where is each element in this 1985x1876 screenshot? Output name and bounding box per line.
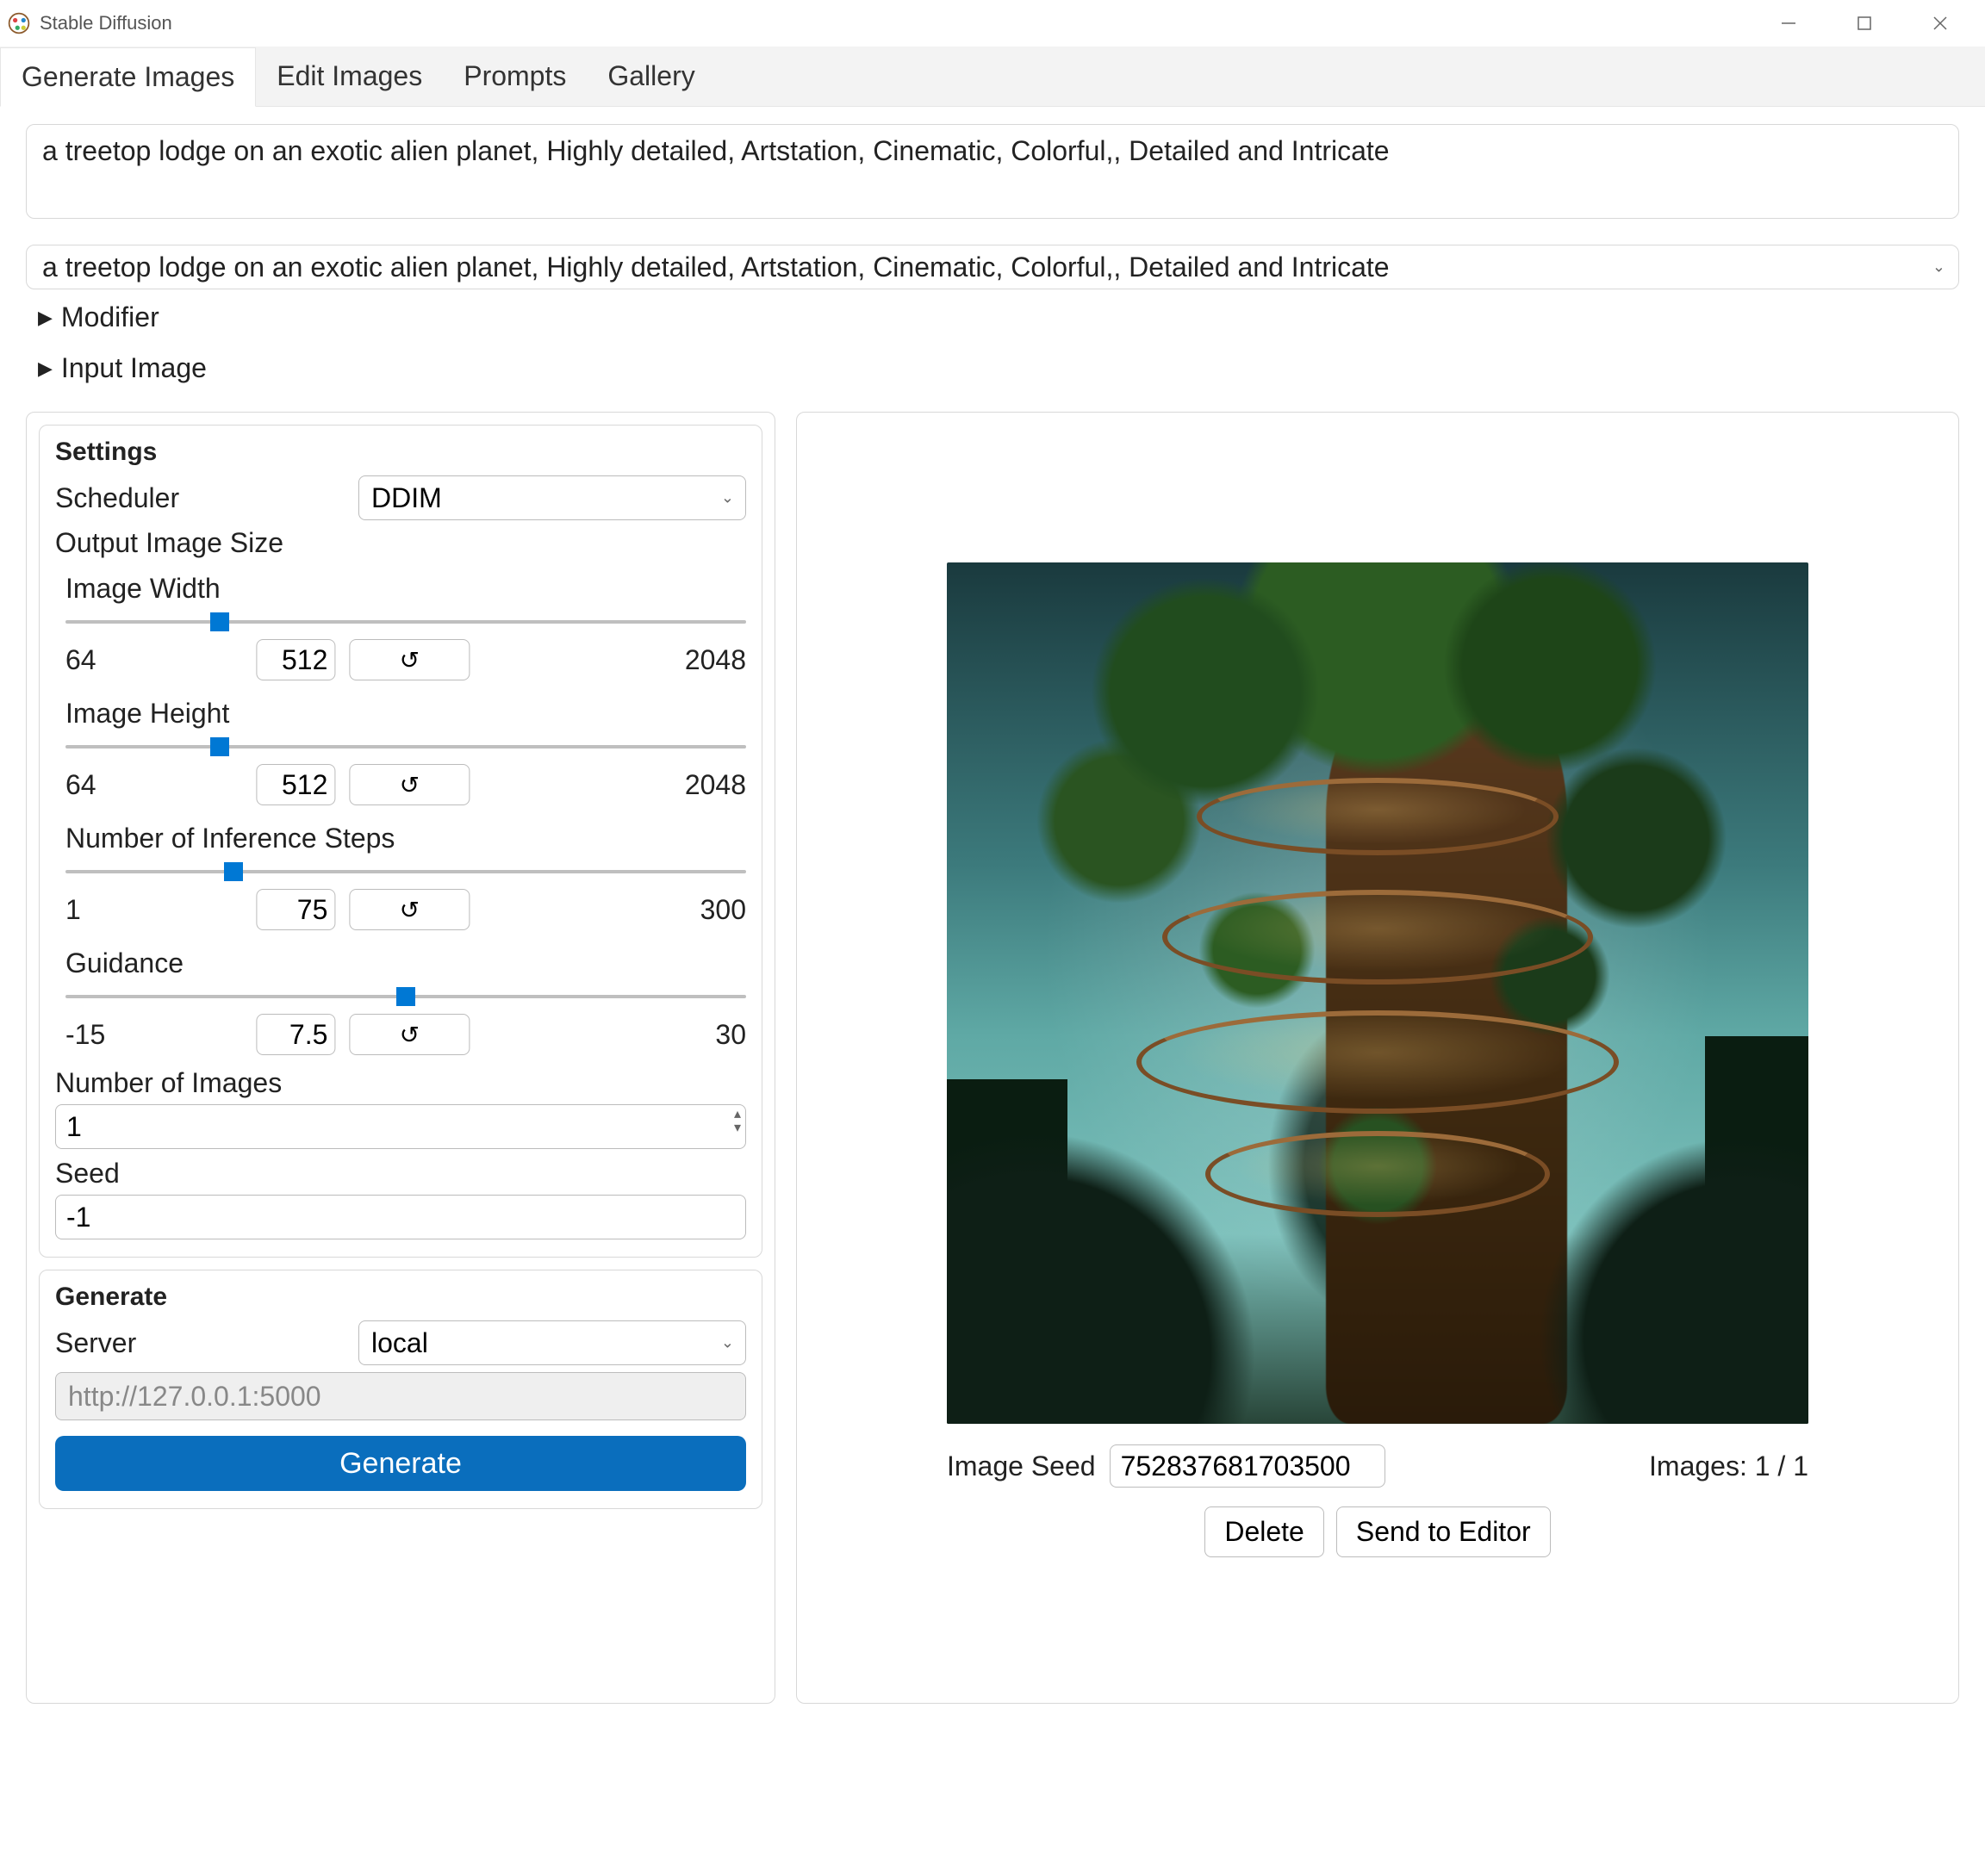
slider-thumb[interactable] [396,987,415,1006]
tab-label: Prompts [464,60,566,92]
title-bar: Stable Diffusion [0,0,1985,47]
generate-title: Generate [55,1283,746,1312]
tab-generate-images[interactable]: Generate Images [0,47,256,107]
expander-label: Modifier [61,301,159,333]
image-height-label: Image Height [65,698,746,730]
guidance-input[interactable] [256,1014,335,1055]
settings-group: Settings Scheduler ⌄ Output Image Size I… [39,425,762,1258]
image-width-reset-button[interactable]: ↺ [349,639,470,680]
slider-min: 1 [65,894,152,926]
caret-right-icon: ▶ [38,357,53,380]
scheduler-label: Scheduler [55,482,345,514]
reset-icon: ↺ [400,646,420,674]
prompt-history-select[interactable] [26,245,1959,289]
tab-label: Gallery [607,60,694,92]
left-panel: Settings Scheduler ⌄ Output Image Size I… [26,412,775,1704]
slider-min: 64 [65,644,152,676]
server-select[interactable] [358,1320,746,1365]
send-to-editor-button[interactable]: Send to Editor [1336,1506,1551,1557]
image-height-block: Image Height 64 ↺ 2048 [55,698,746,809]
window-title: Stable Diffusion [40,12,172,34]
guidance-block: Guidance -15 ↺ 30 [55,947,746,1059]
generate-button[interactable]: Generate [55,1436,746,1491]
image-width-input[interactable] [256,639,335,680]
prompt-input[interactable] [26,124,1959,219]
delete-button[interactable]: Delete [1204,1506,1324,1557]
slider-max: 30 [660,1019,746,1051]
scheduler-select[interactable] [358,475,746,520]
slider-min: -15 [65,1019,152,1051]
reset-icon: ↺ [400,1021,420,1049]
tab-gallery[interactable]: Gallery [587,47,715,106]
app-icon [7,11,31,35]
seed-label: Seed [55,1158,746,1190]
images-count: Images: 1 / 1 [1649,1450,1808,1482]
slider-max: 2048 [660,769,746,801]
reset-icon: ↺ [400,771,420,799]
slider-max: 300 [660,894,746,926]
num-images-input[interactable] [55,1104,746,1149]
image-seed-input[interactable] [1110,1444,1385,1488]
tab-label: Edit Images [277,60,422,92]
seed-input[interactable] [55,1195,746,1239]
reset-icon: ↺ [400,896,420,924]
tab-edit-images[interactable]: Edit Images [256,47,443,106]
expander-input-image[interactable]: ▶ Input Image [26,340,1959,391]
chevron-up-icon[interactable]: ▴ [734,1108,741,1121]
slider-thumb[interactable] [224,862,243,881]
image-height-slider[interactable] [65,735,746,759]
num-images-label: Number of Images [55,1067,746,1099]
maximize-button[interactable] [1826,0,1902,47]
inference-steps-label: Number of Inference Steps [65,823,746,854]
server-label: Server [55,1327,345,1359]
minimize-button[interactable] [1751,0,1826,47]
image-seed-label: Image Seed [947,1450,1096,1482]
tab-prompts[interactable]: Prompts [443,47,587,106]
image-width-slider[interactable] [65,610,746,634]
inference-steps-slider[interactable] [65,860,746,884]
image-width-block: Image Width 64 ↺ 2048 [55,573,746,684]
expander-modifier[interactable]: ▶ Modifier [26,289,1959,340]
generate-group: Generate Server ⌄ Generate [39,1270,762,1509]
settings-title: Settings [55,438,746,467]
output-size-label: Output Image Size [55,527,746,559]
guidance-reset-button[interactable]: ↺ [349,1014,470,1055]
expander-label: Input Image [61,352,207,384]
slider-min: 64 [65,769,152,801]
image-height-input[interactable] [256,764,335,805]
image-width-label: Image Width [65,573,746,605]
close-button[interactable] [1902,0,1978,47]
slider-thumb[interactable] [210,612,229,631]
caret-right-icon: ▶ [38,307,53,329]
slider-max: 2048 [660,644,746,676]
guidance-slider[interactable] [65,985,746,1009]
server-url-input [55,1372,746,1420]
inference-steps-reset-button[interactable]: ↺ [349,889,470,930]
tab-label: Generate Images [22,61,234,93]
inference-steps-input[interactable] [256,889,335,930]
generated-image[interactable] [947,562,1808,1424]
image-height-reset-button[interactable]: ↺ [349,764,470,805]
slider-thumb[interactable] [210,737,229,756]
guidance-label: Guidance [65,947,746,979]
spinner-buttons[interactable]: ▴ ▾ [734,1108,741,1135]
tab-bar: Generate Images Edit Images Prompts Gall… [0,47,1985,107]
inference-steps-block: Number of Inference Steps 1 ↺ 300 [55,823,746,934]
chevron-down-icon[interactable]: ▾ [734,1121,741,1135]
output-panel: Image Seed Images: 1 / 1 Delete Send to … [796,412,1959,1704]
